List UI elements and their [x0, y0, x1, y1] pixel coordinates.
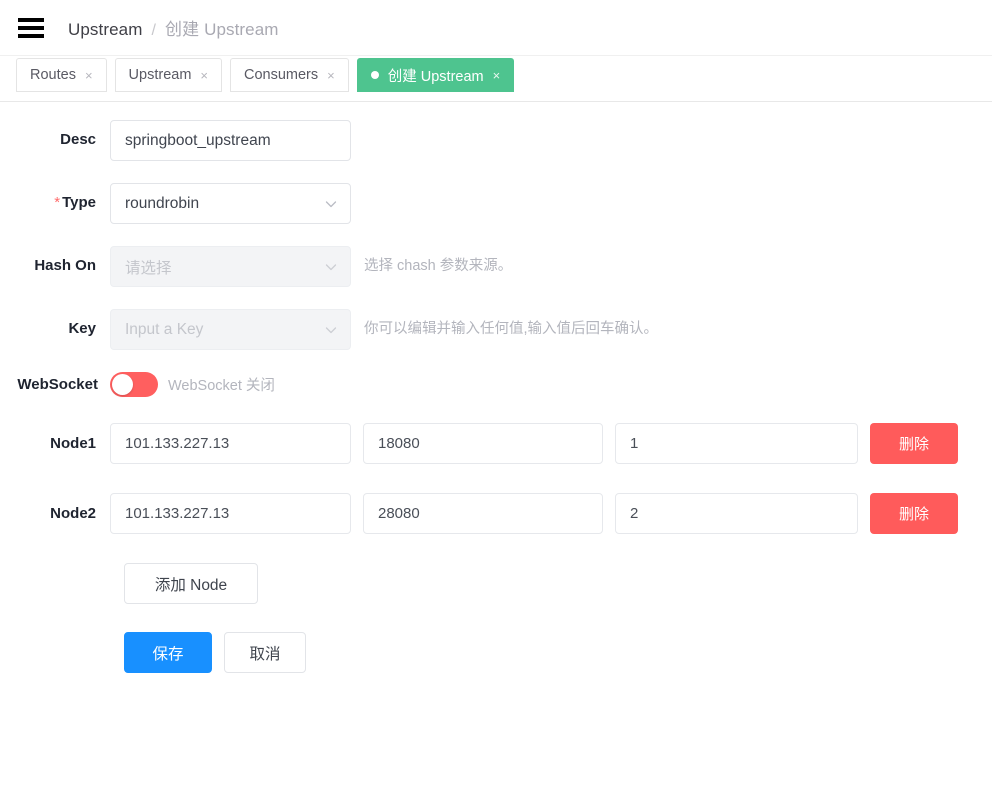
tab-label: Consumers [244, 67, 319, 83]
hash-on-label: Hash On [34, 257, 96, 274]
node1-host-input[interactable] [110, 423, 351, 464]
form-row-hash-on: Hash On 请选择 选择 chash 参数来源。 [0, 246, 992, 287]
node1-delete-button[interactable]: 删除 [870, 423, 958, 464]
add-node-row: 添加 Node [0, 563, 992, 604]
hamburger-menu-icon[interactable] [18, 17, 44, 38]
breadcrumb-parent[interactable]: Upstream [68, 20, 143, 40]
tab-bar: Routes × Upstream × Consumers × 创建 Upstr… [0, 56, 992, 102]
node-row: Node1 删除 [0, 423, 992, 464]
breadcrumb-separator: / [151, 22, 157, 39]
type-control: roundrobin [110, 183, 351, 224]
key-label: Key [68, 320, 96, 337]
cancel-button[interactable]: 取消 [224, 632, 306, 673]
breadcrumb-current: 创建 Upstream [165, 20, 279, 39]
breadcrumb: Upstream / 创建 Upstream [68, 15, 279, 40]
node1-port-input[interactable] [363, 423, 603, 464]
desc-input[interactable] [110, 120, 351, 161]
form-row-key: Key Input a Key 你可以编辑并输入任何值,输入值后回车确认。 [0, 309, 992, 350]
desc-control [110, 120, 351, 161]
tab-create-upstream[interactable]: 创建 Upstream × [356, 58, 515, 92]
close-icon[interactable]: × [200, 69, 208, 82]
type-select[interactable]: roundrobin [110, 183, 351, 224]
toggle-knob [112, 374, 133, 395]
save-button[interactable]: 保存 [124, 632, 212, 673]
hamburger-bar [18, 25, 44, 30]
type-label-text: Type [62, 194, 96, 211]
hash-on-placeholder: 请选择 [125, 259, 172, 277]
form-actions: 保存 取消 [0, 632, 992, 673]
node1-weight-input[interactable] [615, 423, 858, 464]
hash-on-control: 请选择 [110, 246, 351, 287]
close-icon[interactable]: × [327, 69, 335, 82]
close-icon[interactable]: × [493, 69, 501, 82]
hash-on-select[interactable]: 请选择 [110, 246, 351, 287]
tab-label: Routes [30, 67, 76, 83]
type-label: * Type [0, 183, 110, 223]
app-header: Upstream / 创建 Upstream [0, 0, 992, 56]
websocket-label: WebSocket [17, 376, 98, 393]
key-select[interactable]: Input a Key [110, 309, 351, 350]
tab-routes[interactable]: Routes × [16, 58, 107, 92]
key-placeholder: Input a Key [125, 320, 204, 338]
key-control: Input a Key [110, 309, 351, 350]
tab-upstream[interactable]: Upstream × [114, 58, 222, 92]
required-marker: * [54, 194, 61, 211]
active-dot-icon [370, 71, 379, 79]
hamburger-bar [18, 33, 44, 38]
upstream-form: Desc *Type roundrobin Hash On 请选择 选择 cha… [0, 102, 992, 673]
node2-label: Node2 [50, 505, 96, 522]
tab-label: Upstream [128, 67, 192, 83]
node2-port-input[interactable] [363, 493, 603, 534]
node2-host-input[interactable] [110, 493, 351, 534]
node1-label: Node1 [50, 435, 96, 452]
form-row-type: * Type roundrobin [0, 183, 992, 224]
type-select-value: roundrobin [125, 194, 200, 212]
hamburger-bar [18, 17, 44, 22]
key-hint: 你可以编辑并输入任何值,输入值后回车确认。 [364, 321, 659, 337]
websocket-toggle[interactable] [110, 372, 158, 397]
desc-label: Desc [60, 131, 96, 148]
websocket-status-text: WebSocket 关闭 [168, 378, 275, 394]
tab-label: 创建 Upstream [387, 68, 484, 85]
form-row-desc: Desc [0, 120, 992, 161]
add-node-button[interactable]: 添加 Node [124, 563, 258, 604]
tab-consumers[interactable]: Consumers × [230, 58, 349, 92]
node2-delete-button[interactable]: 删除 [870, 493, 958, 534]
close-icon[interactable]: × [85, 69, 93, 82]
hash-on-hint: 选择 chash 参数来源。 [364, 258, 513, 274]
node-row: Node2 删除 [0, 493, 992, 534]
node2-weight-input[interactable] [615, 493, 858, 534]
form-row-websocket: WebSocket WebSocket 关闭 [0, 372, 992, 397]
